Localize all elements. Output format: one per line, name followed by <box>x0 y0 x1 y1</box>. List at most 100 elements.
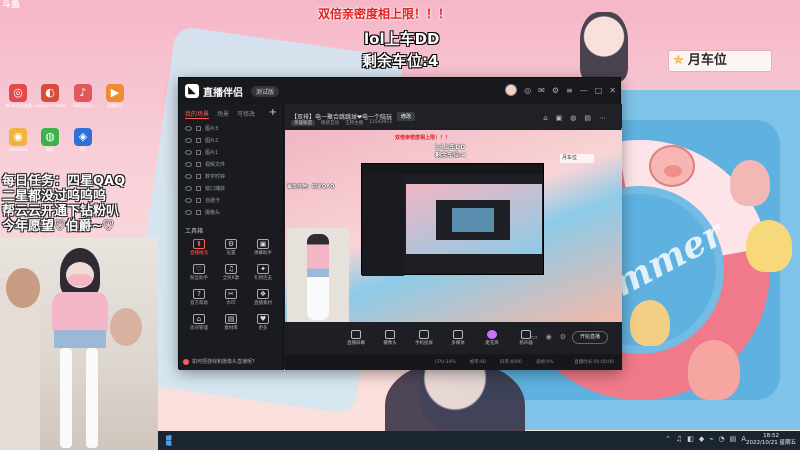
tool-item[interactable]: ▤ 素材库 <box>215 312 247 335</box>
lock-icon[interactable] <box>196 149 201 155</box>
layout-icon[interactable]: ▤ <box>584 114 591 122</box>
menu-icon[interactable]: ≡ <box>566 86 573 95</box>
video-icon[interactable]: ▭ <box>531 333 538 341</box>
version-badge[interactable]: 测试版 <box>251 85 280 97</box>
lock-icon[interactable]: ⌂ <box>543 114 547 122</box>
desktop-icon-live-companion[interactable]: ▶ 直播伴侣 <box>100 84 130 109</box>
tool-item[interactable]: ♡ 粉丝助手 <box>183 262 215 285</box>
tool-item[interactable]: ✦ 礼物连击 <box>247 262 279 285</box>
desktop-icon-qq[interactable]: ◈ QQ <box>68 128 98 152</box>
visibility-icon[interactable] <box>185 209 192 215</box>
record-icon[interactable]: ◍ <box>570 114 576 122</box>
source-item[interactable]: 图片1 <box>185 146 277 158</box>
tool-label: 礼物连击 <box>254 276 272 281</box>
visibility-icon[interactable] <box>185 161 192 167</box>
source-item[interactable]: 图片2 <box>185 134 277 146</box>
desktop-icon-music[interactable]: ♪ 网易云音乐 <box>68 84 98 109</box>
message-icon[interactable]: ✉ <box>538 86 545 95</box>
desktop-icon-wechat[interactable]: ◍ 微信 <box>35 128 65 153</box>
tray-volume-icon[interactable]: ◔ <box>718 435 724 443</box>
tool-item[interactable]: ▣ 弹幕助手 <box>247 237 279 260</box>
control-button[interactable]: 直播屏幕 <box>345 330 367 346</box>
title-bar[interactable]: ◣ 直播伴侣 测试版 ◎ ✉ ⚙ ≡ — □ ✕ <box>179 78 620 104</box>
tulip-decoration <box>688 340 740 400</box>
add-source-icon[interactable]: + <box>269 107 277 118</box>
live-duration: 直播时长:00:00:00 <box>574 360 614 365</box>
visibility-icon[interactable] <box>185 197 192 203</box>
maximize-icon[interactable]: □ <box>595 86 603 95</box>
desktop-icon-360-browser[interactable]: ◎ 360安全浏览器 <box>3 84 33 109</box>
desktop-icon-chrome[interactable]: ◐ Google Chrome <box>35 84 67 108</box>
desktop-icon-wegame[interactable]: ◉ WeGame <box>3 128 33 152</box>
camera-icon <box>385 330 395 339</box>
tool-label: 直播推流 <box>190 251 208 256</box>
eye-icon[interactable]: ◉ <box>546 333 552 341</box>
stream-meta-item: 情感互动 <box>321 121 339 126</box>
lock-icon[interactable] <box>196 173 201 179</box>
category-tag[interactable]: 英雄联盟 <box>291 120 315 126</box>
control-button[interactable]: 手机投屏 <box>413 330 435 346</box>
screen-icon[interactable]: ▣ <box>556 114 563 122</box>
microphone-icon <box>487 330 497 339</box>
stream-preview[interactable]: 双倍亲密度相上限！！！ lol上车DD 剩余车位:4 月车位 每日任务：四星QA… <box>285 130 622 322</box>
desktop-icon-label: Google Chrome <box>35 103 67 108</box>
visibility-icon[interactable] <box>185 137 192 143</box>
tab-my-scenes[interactable]: 我的场景 <box>185 109 210 119</box>
tool-item[interactable]: ⬆ 直播推流 <box>183 237 215 260</box>
tray-app-icon[interactable]: ◆ <box>699 435 704 443</box>
user-avatar[interactable] <box>505 84 518 96</box>
source-item[interactable]: 图片3 <box>185 122 277 134</box>
lock-icon[interactable] <box>196 197 201 203</box>
room-id: 11543973 <box>369 120 392 125</box>
tool-item[interactable]: ✂ 水印 <box>215 287 247 310</box>
tray-app-icon[interactable]: ◧ <box>687 435 694 443</box>
close-icon[interactable]: ✕ <box>609 86 616 95</box>
control-button[interactable]: 多媒体 <box>447 330 469 346</box>
source-item[interactable]: 数字时钟 <box>185 170 277 182</box>
media-icon <box>453 330 463 339</box>
start-live-button[interactable]: 开始直播 <box>572 331 608 344</box>
lock-icon[interactable] <box>196 137 201 143</box>
preview-toolbar: ⌂ ▣ ◍ ▤ ⋯ <box>543 114 606 122</box>
lock-icon[interactable] <box>196 185 201 191</box>
tab-scenes[interactable]: 场景 <box>217 109 229 119</box>
tool-item[interactable]: ❖ 直播素材 <box>247 287 279 310</box>
tray-expand-icon[interactable]: ⌃ <box>665 435 671 443</box>
taskbar-clock[interactable]: 18:52 2022/10/21 星期五 <box>746 433 796 447</box>
system-tray: ⌃ ♫ ◧ ◆ ⌁ ◔ ▤ A <box>665 435 746 443</box>
tool-item[interactable]: ♫ 全民K歌 <box>215 262 247 285</box>
more-icon[interactable]: ⋯ <box>599 114 606 122</box>
windows-start-icon[interactable] <box>166 434 172 447</box>
visibility-icon[interactable] <box>185 125 192 131</box>
tray-network-icon[interactable]: ⌁ <box>709 435 713 443</box>
live-companion-icon: ▶ <box>106 84 124 102</box>
visibility-icon[interactable] <box>185 149 192 155</box>
tab-editable[interactable]: 可修改 <box>237 109 255 119</box>
settings-icon[interactable]: ⚙ <box>560 333 566 341</box>
source-item[interactable]: 视频文件 <box>185 158 277 170</box>
tulip-decoration <box>730 160 770 206</box>
tool-item[interactable]: ? 官方帮助 <box>183 287 215 310</box>
help-tip[interactable]: 如何把游戏和摄像头直播呢? <box>183 358 255 365</box>
tool-item[interactable]: ⚙ 设置 <box>215 237 247 260</box>
source-item[interactable]: 窗口捕获 <box>185 182 277 194</box>
visibility-icon[interactable] <box>185 173 192 179</box>
settings-icon[interactable]: ⚙ <box>552 86 559 95</box>
lock-icon[interactable] <box>196 209 201 215</box>
tool-label: 全民K歌 <box>222 276 240 281</box>
control-button[interactable]: 麦克风 <box>481 330 503 346</box>
control-button[interactable]: 摄像头 <box>379 330 401 346</box>
lock-icon[interactable] <box>196 125 201 131</box>
tray-app-icon[interactable]: ▤ <box>730 435 737 443</box>
tool-item[interactable]: ⌂ 房间管理 <box>183 312 215 335</box>
source-item[interactable]: 摄像头 <box>185 206 277 218</box>
tool-item[interactable]: ♥ 更多 <box>247 312 279 335</box>
headset-icon[interactable]: ◎ <box>524 86 531 95</box>
tray-music-icon[interactable]: ♫ <box>676 435 682 443</box>
source-item[interactable]: 自摄卡 <box>185 194 277 206</box>
minimize-icon[interactable]: — <box>580 86 588 95</box>
visibility-icon[interactable] <box>185 185 192 191</box>
modify-title-button[interactable]: 修改 <box>397 111 416 121</box>
lock-icon[interactable] <box>196 161 201 167</box>
source-controls: 直播屏幕 摄像头 手机投屏 多媒体 麦克风 扬声器 ▭ ◉ ⚙ 开始直播 <box>285 322 622 354</box>
